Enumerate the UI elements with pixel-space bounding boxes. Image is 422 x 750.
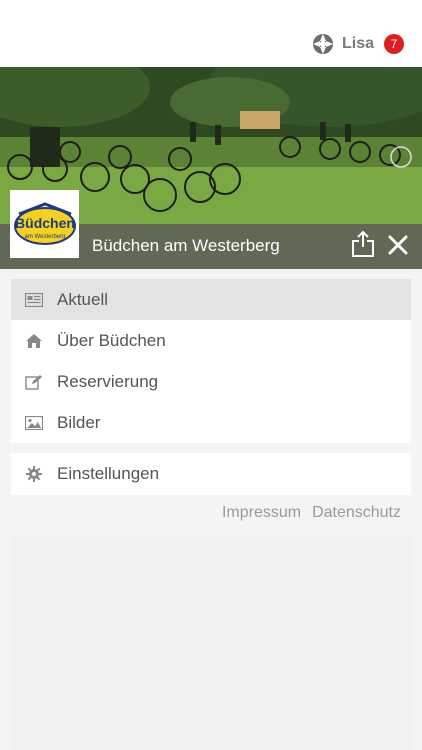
menu-item-label: Aktuell — [57, 289, 109, 309]
newspaper-icon — [25, 291, 43, 309]
menu-item-label: Bilder — [57, 412, 101, 432]
menu-item-einstellungen[interactable]: Einstellungen — [11, 453, 411, 494]
edit-icon — [25, 373, 43, 391]
top-bar: Lisa 7 — [0, 0, 422, 67]
close-icon[interactable] — [387, 234, 409, 256]
user-name: Lisa — [341, 35, 374, 52]
main-menu: Aktuell Über Büdchen Reservierung Bilder — [11, 279, 411, 443]
menu-item-label: Reservierung — [57, 371, 159, 391]
home-icon — [25, 332, 43, 350]
footer-links: Impressum Datenschutz — [211, 504, 401, 522]
menu-item-label: Über Büdchen — [57, 330, 166, 350]
datenschutz-link[interactable]: Datenschutz — [312, 504, 401, 522]
notification-badge[interactable]: 7 — [384, 34, 404, 54]
menu-item-ueber-buedchen[interactable]: Über Büdchen — [11, 320, 411, 361]
venue-name: Büdchen am Westerberg — [92, 236, 280, 255]
menu-item-label: Einstellungen — [57, 463, 160, 483]
settings-menu: Einstellungen — [11, 453, 411, 495]
steering-wheel-icon — [312, 34, 333, 54]
svg-text:Büdchen: Büdchen — [15, 215, 75, 231]
impressum-link[interactable]: Impressum — [222, 504, 301, 522]
venue-logo: Büdchen am Westerberg — [10, 190, 79, 258]
menu-item-bilder[interactable]: Bilder — [11, 402, 411, 443]
menu-item-aktuell[interactable]: Aktuell — [11, 279, 411, 320]
gear-icon — [25, 465, 43, 483]
svg-text:am Westerberg: am Westerberg — [24, 234, 65, 240]
share-icon[interactable] — [350, 230, 376, 258]
content-area — [11, 535, 411, 750]
user-menu[interactable]: Lisa 7 — [312, 32, 404, 56]
image-icon — [25, 414, 43, 432]
menu-item-reservierung[interactable]: Reservierung — [11, 361, 411, 402]
